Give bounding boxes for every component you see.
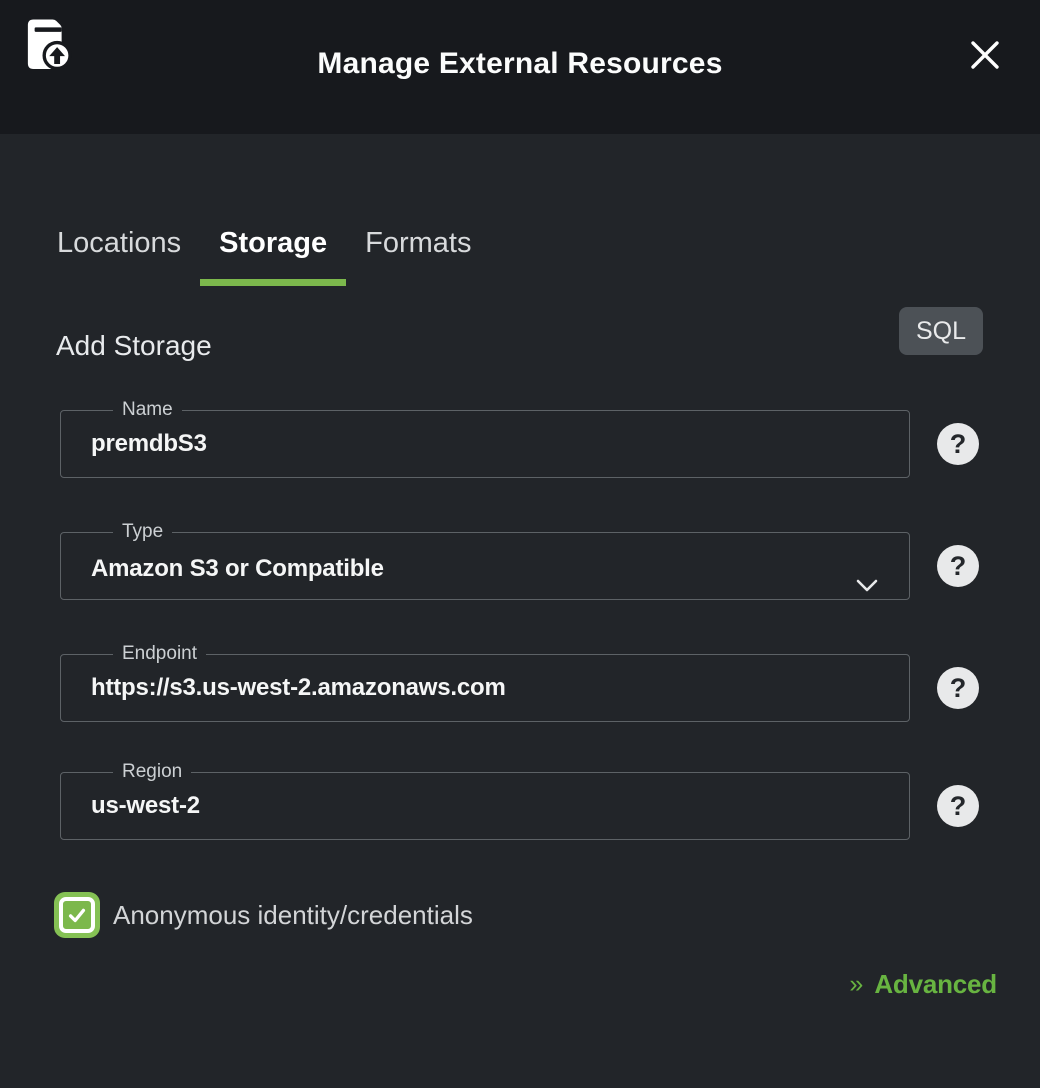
endpoint-field-row: Endpoint ? [0,643,1040,735]
region-field-row: Region ? [0,761,1040,853]
checkmark-icon [59,897,95,933]
name-input[interactable] [91,430,831,458]
tab-bar: Locations Storage Formats [38,220,490,286]
checkbox-box [54,892,100,938]
manage-external-resources-dialog: Manage External Resources Locations Stor… [0,0,1040,1088]
endpoint-field-label: Endpoint [113,643,206,665]
dialog-header: Manage External Resources [0,0,1040,134]
region-field: Region [60,761,910,840]
endpoint-input[interactable] [91,674,831,702]
advanced-toggle[interactable]: » Advanced [849,969,997,1000]
advanced-label: Advanced [874,969,997,1000]
type-select[interactable]: Type Amazon S3 or Compatible [60,521,910,600]
anonymous-credentials-checkbox[interactable]: Anonymous identity/credentials [54,892,473,938]
close-icon[interactable] [967,37,1003,73]
endpoint-field: Endpoint [60,643,910,722]
dialog-title: Manage External Resources [0,47,1040,81]
name-field-row: Name ? [0,399,1040,491]
region-help-icon[interactable]: ? [937,785,979,827]
sql-button[interactable]: SQL [899,307,983,355]
tab-formats[interactable]: Formats [346,220,490,286]
type-field-label: Type [113,521,172,543]
region-field-label: Region [113,761,191,783]
question-mark-glyph: ? [950,429,967,460]
tab-locations[interactable]: Locations [38,220,200,286]
tab-storage[interactable]: Storage [200,220,346,286]
section-title: Add Storage [56,330,212,362]
question-mark-glyph: ? [950,673,967,704]
type-help-icon[interactable]: ? [937,545,979,587]
question-mark-glyph: ? [950,791,967,822]
type-field-row: Type Amazon S3 or Compatible ? [0,521,1040,613]
question-mark-glyph: ? [950,551,967,582]
checkbox-label: Anonymous identity/credentials [113,900,473,931]
name-field-label: Name [113,399,182,421]
double-chevron-right-icon: » [849,972,863,997]
region-input[interactable] [91,792,831,820]
endpoint-help-icon[interactable]: ? [937,667,979,709]
chevron-down-icon [855,579,879,598]
name-help-icon[interactable]: ? [937,423,979,465]
name-field: Name [60,399,910,478]
type-selected-value: Amazon S3 or Compatible [91,555,909,583]
